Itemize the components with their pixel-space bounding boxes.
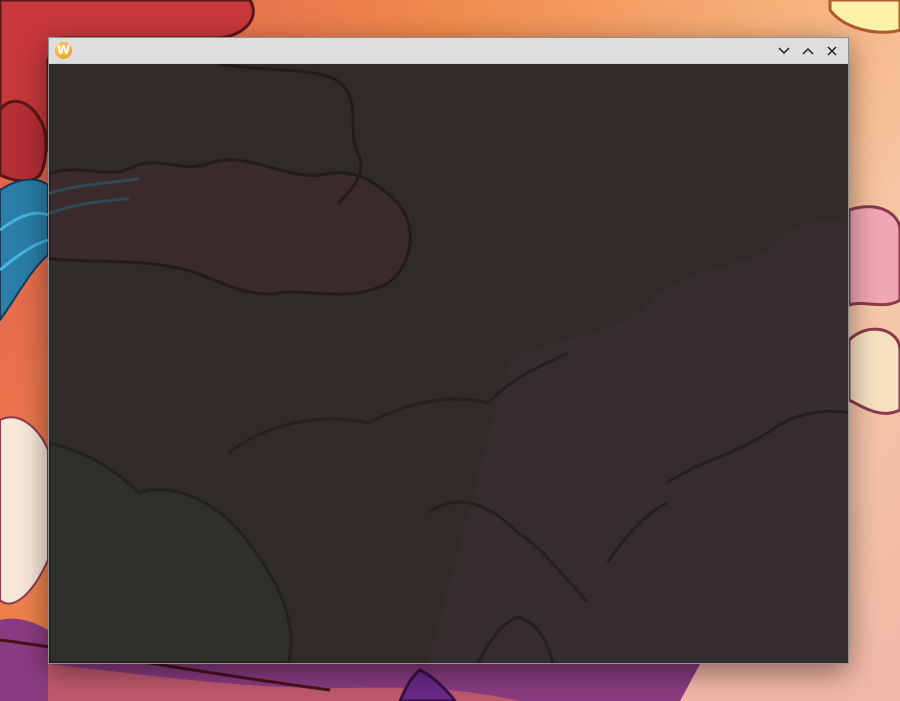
close-button[interactable] [822,41,842,61]
window-content-area[interactable] [49,64,848,663]
window-titlebar[interactable]: W [49,38,848,64]
dimmed-wallpaper-background [49,64,848,663]
chevron-up-icon [802,47,814,55]
maximize-button[interactable] [798,41,818,61]
close-icon [827,46,837,56]
chevron-down-icon [778,47,790,55]
app-logo-icon: W [55,42,72,59]
app-window: W [48,37,849,664]
minimize-button[interactable] [774,41,794,61]
